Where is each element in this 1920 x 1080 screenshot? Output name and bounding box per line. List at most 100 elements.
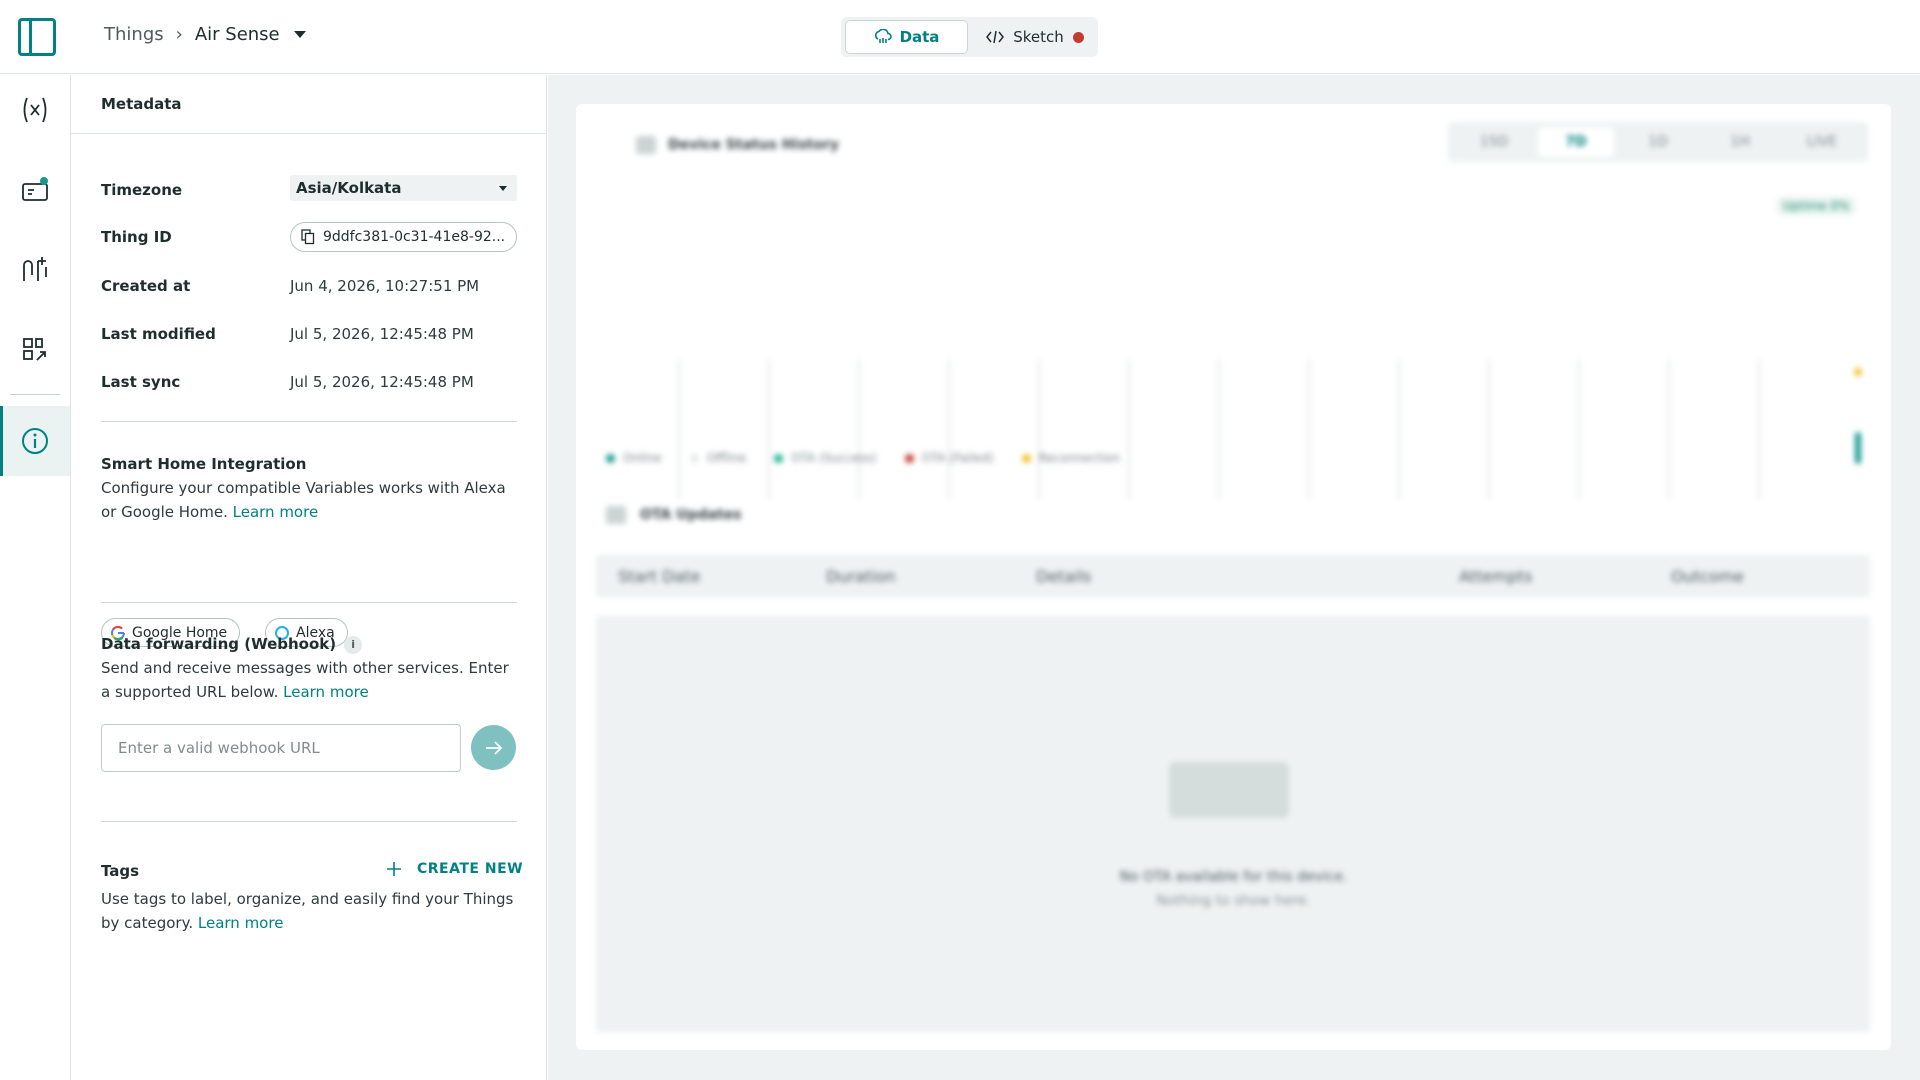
- thing-id-label: Thing ID: [101, 228, 172, 246]
- range-tab-selected[interactable]: 7D: [1538, 127, 1614, 157]
- ota-icon: [606, 506, 626, 524]
- legend-label: OTA (Success): [791, 451, 877, 465]
- modified-value: Jul 5, 2026, 12:45:48 PM: [290, 325, 474, 343]
- rail-network[interactable]: [0, 235, 70, 305]
- history-title: Device Status History: [636, 136, 839, 154]
- webhook-url-input[interactable]: [101, 724, 461, 772]
- range-tab[interactable]: 1H: [1702, 127, 1778, 157]
- timezone-select[interactable]: Asia/Kolkata: [290, 175, 517, 201]
- rail-device[interactable]: [0, 155, 70, 225]
- smart-home-title: Smart Home Integration: [101, 455, 307, 473]
- legend-dot: [1021, 453, 1031, 463]
- tags-learn-more-link[interactable]: Learn more: [198, 914, 284, 932]
- tags-title: Tags: [101, 862, 140, 880]
- sketch-status-dot: [1072, 31, 1084, 43]
- chart-legend: Online Offline OTA (Success) OTA (Failed) Re…: [606, 451, 1120, 465]
- tab-sketch-label: Sketch: [1013, 28, 1064, 46]
- reconnection-marker: [1854, 368, 1862, 376]
- tags-description: Use tags to label, organize, and easily …: [101, 890, 514, 932]
- legend-label: Reconnection: [1038, 451, 1121, 465]
- range-tab[interactable]: 1D: [1620, 127, 1696, 157]
- plus-icon: [387, 862, 401, 876]
- sync-row: Last sync Jul 5, 2026, 12:45:48 PM: [101, 367, 517, 397]
- webhook-title-text: Data forwarding (Webhook): [101, 635, 337, 653]
- create-new-tag-button[interactable]: CREATE NEW: [387, 861, 523, 877]
- tags-text: Use tags to label, organize, and easily …: [101, 887, 521, 935]
- rail-dashboard[interactable]: [0, 315, 70, 385]
- tab-data-label: Data: [899, 28, 940, 46]
- legend-label: OTA (Failed): [921, 451, 994, 465]
- empty-illustration-icon: [1169, 762, 1289, 818]
- sidebar-toggle-icon[interactable]: [18, 18, 56, 56]
- cloud-icon: [874, 29, 892, 43]
- thing-id-value: 9ddfc381-0c31-41e8-92...: [323, 229, 506, 245]
- divider: [101, 421, 517, 422]
- caret-down-icon: [499, 186, 507, 191]
- panel-title: Metadata: [71, 75, 546, 134]
- ota-title-text: OTA Updates: [640, 507, 742, 523]
- modified-label: Last modified: [101, 325, 216, 343]
- created-label: Created at: [101, 277, 191, 295]
- ota-empty-state: [596, 616, 1870, 1032]
- legend-label: Online: [623, 451, 662, 465]
- copy-icon: [301, 229, 315, 245]
- breadcrumb: Things › Air Sense: [104, 24, 306, 45]
- breadcrumb-things[interactable]: Things: [104, 24, 164, 45]
- thing-id-copy[interactable]: 9ddfc381-0c31-41e8-92...: [290, 222, 517, 252]
- legend-dot: [904, 453, 914, 463]
- range-tabs: 15D 7D 1D 1H LIVE: [1448, 122, 1868, 162]
- code-icon: [986, 30, 1005, 44]
- tab-data[interactable]: Data: [845, 20, 968, 54]
- ota-empty-title: No OTA available for this device.: [1119, 869, 1348, 885]
- create-new-label: CREATE NEW: [417, 861, 524, 877]
- breadcrumb-current: Air Sense: [194, 24, 280, 45]
- metadata-panel: Metadata Timezone Asia/Kolkata Thing ID …: [71, 75, 547, 1080]
- timezone-row: Timezone Asia/Kolkata: [101, 175, 517, 205]
- ota-title: OTA Updates: [606, 506, 741, 524]
- legend-dot: [689, 453, 699, 463]
- webhook-learn-more-link[interactable]: Learn more: [283, 683, 369, 701]
- timezone-value: Asia/Kolkata: [296, 179, 402, 197]
- range-tab[interactable]: 15D: [1456, 127, 1532, 157]
- view-tabs: Data Sketch: [841, 17, 1098, 57]
- divider: [101, 602, 517, 603]
- webhook-submit-button[interactable]: [471, 725, 516, 770]
- legend-item: Reconnection: [1021, 451, 1121, 465]
- caret-down-icon[interactable]: [293, 31, 306, 38]
- rail-info[interactable]: [0, 406, 70, 476]
- modified-row: Last modified Jul 5, 2026, 12:45:48 PM: [101, 319, 517, 349]
- info-icon[interactable]: i: [344, 635, 363, 654]
- device-icon: [22, 177, 48, 201]
- left-rail: [0, 75, 71, 1080]
- column-outcome: Outcome: [1671, 567, 1745, 586]
- network-icon: [23, 257, 47, 281]
- divider: [101, 821, 517, 822]
- column-details: Details: [1036, 567, 1092, 586]
- status-history-chart: 29 Jun12:0030 Jun12:001 Jul12:002 Jul12:…: [678, 359, 1862, 499]
- range-tab[interactable]: LIVE: [1784, 127, 1860, 157]
- rail-variables[interactable]: [0, 75, 70, 145]
- arrow-right-icon: [485, 740, 502, 755]
- webhook-title: Data forwarding (Webhook) i: [101, 635, 363, 654]
- dashboard-share-icon: [23, 338, 46, 361]
- sync-value: Jul 5, 2026, 12:45:48 PM: [290, 373, 474, 391]
- ota-empty-subtitle: Nothing to show here.: [1156, 893, 1311, 909]
- legend-item: Online: [606, 451, 662, 465]
- chevron-right-icon: ›: [175, 24, 183, 45]
- legend-dot: [606, 453, 615, 463]
- info-icon: [22, 428, 48, 454]
- timezone-label: Timezone: [101, 181, 183, 199]
- sync-label: Last sync: [101, 373, 181, 391]
- smart-home-learn-more-link[interactable]: Learn more: [233, 503, 319, 521]
- column-attempts: Attempts: [1459, 567, 1533, 586]
- history-title-text: Device Status History: [668, 137, 839, 153]
- created-value: Jun 4, 2026, 10:27:51 PM: [290, 277, 480, 295]
- webhook-text: Send and receive messages with other ser…: [101, 656, 521, 704]
- column-start-date[interactable]: Start Date: [618, 567, 700, 586]
- legend-item: OTA (Success): [774, 451, 877, 465]
- variable-icon: [23, 97, 47, 123]
- uptime-badge: Uptime 0%: [1777, 197, 1856, 215]
- legend-dot: [774, 453, 784, 463]
- tab-sketch[interactable]: Sketch: [975, 20, 1095, 54]
- thing-id-row: Thing ID 9ddfc381-0c31-41e8-92...: [101, 222, 517, 252]
